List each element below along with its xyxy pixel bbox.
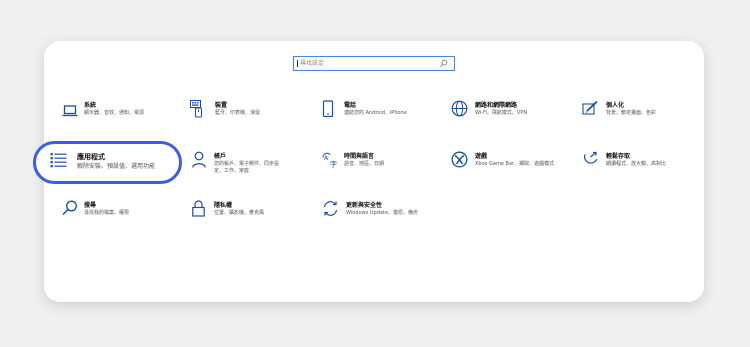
- tile-title: 搜尋: [84, 202, 97, 209]
- tile-title: 更新與安全性: [346, 202, 383, 209]
- tile-title: 遊戲: [475, 153, 488, 160]
- text-caret: [297, 60, 298, 67]
- tile-title: 裝置: [215, 102, 228, 109]
- tile-title: 電話: [344, 102, 357, 109]
- tile-title: 應用程式: [77, 153, 105, 161]
- search-icon: [62, 200, 77, 216]
- tile-description: 藍牙、印表機、滑鼠: [215, 110, 261, 116]
- tile-description: Windows Update、復原、備份: [346, 210, 419, 216]
- tile-title: 帳戶: [214, 153, 227, 160]
- tile-description: 顯示器、音效、通知、電源: [84, 110, 145, 116]
- tile-description: Wi-Fi、飛航模式、VPN: [475, 110, 528, 116]
- svg-text:字: 字: [330, 160, 337, 169]
- tile-description: 您的帳戶、電子郵件、同步設定、工作、家庭: [214, 161, 280, 174]
- tile-ease-of-access[interactable]: 輕鬆存取 朗讀程式、放大鏡、高對比: [582, 151, 702, 173]
- tile-system[interactable]: 系統 顯示器、音效、通知、電源: [62, 100, 182, 122]
- tile-title: 個人化: [606, 102, 625, 109]
- tile-accounts[interactable]: 帳戶 您的帳戶、電子郵件、同步設定、工作、家庭: [192, 151, 312, 179]
- time-language-icon: A 字: [322, 152, 337, 169]
- tile-description: 背景、鎖定畫面、色彩: [606, 110, 657, 116]
- tile-network[interactable]: 網路和網際網路 Wi-Fi、飛航模式、VPN: [451, 100, 571, 122]
- tile-description: 位置、攝影機、麥克風: [214, 210, 265, 216]
- tile-description: 連結您的 Android、iPhone: [344, 110, 407, 116]
- pen-icon: [582, 100, 598, 115]
- globe-icon: [451, 100, 468, 117]
- tile-time-language[interactable]: A 字 時間與語言 語音、地區、日期: [322, 151, 442, 173]
- phone-icon: [322, 100, 334, 118]
- person-icon: [192, 151, 206, 168]
- apps-list-icon: [50, 153, 67, 168]
- search-icon: [440, 59, 448, 67]
- tile-privacy[interactable]: 隱私權 位置、攝影機、麥克風: [192, 200, 312, 222]
- tile-description: 尋找我的檔案、權限: [84, 210, 130, 216]
- tile-description: Xbox Game Bar、擷取、遊戲模式: [475, 161, 555, 167]
- tile-description: 解除安裝、預設值、選用功能: [77, 163, 156, 170]
- tile-title: 系統: [84, 102, 97, 109]
- ease-of-access-icon: [583, 151, 598, 164]
- search-placeholder: 尋找設定: [300, 60, 325, 67]
- svg-text:A: A: [324, 155, 329, 162]
- tile-update-security[interactable]: 更新與安全性 Windows Update、復原、備份: [322, 200, 452, 222]
- tile-personalization[interactable]: 個人化 背景、鎖定畫面、色彩: [582, 100, 702, 122]
- tile-title: 輕鬆存取: [606, 153, 631, 160]
- tile-description: 語音、地區、日期: [344, 161, 385, 167]
- tile-title: 網路和網際網路: [475, 102, 518, 109]
- xbox-icon: [451, 151, 468, 168]
- tile-phone[interactable]: 電話 連結您的 Android、iPhone: [322, 100, 442, 122]
- lock-icon: [192, 200, 205, 217]
- tile-title: 隱私權: [214, 202, 233, 209]
- laptop-icon: [62, 105, 78, 117]
- search-input[interactable]: 尋找設定: [293, 56, 455, 71]
- tile-title: 時間與語言: [344, 153, 375, 160]
- refresh-icon: [323, 201, 338, 216]
- tile-gaming[interactable]: 遊戲 Xbox Game Bar、擷取、遊戲模式: [451, 151, 571, 179]
- tile-description: 朗讀程式、放大鏡、高對比: [606, 161, 667, 167]
- tile-devices[interactable]: 裝置 藍牙、印表機、滑鼠: [190, 100, 310, 122]
- tile-apps[interactable]: 應用程式 解除安裝、預設值、選用功能: [50, 152, 180, 174]
- tile-search[interactable]: 搜尋 尋找我的檔案、權限: [62, 200, 182, 222]
- keyboard-icon: [190, 100, 202, 118]
